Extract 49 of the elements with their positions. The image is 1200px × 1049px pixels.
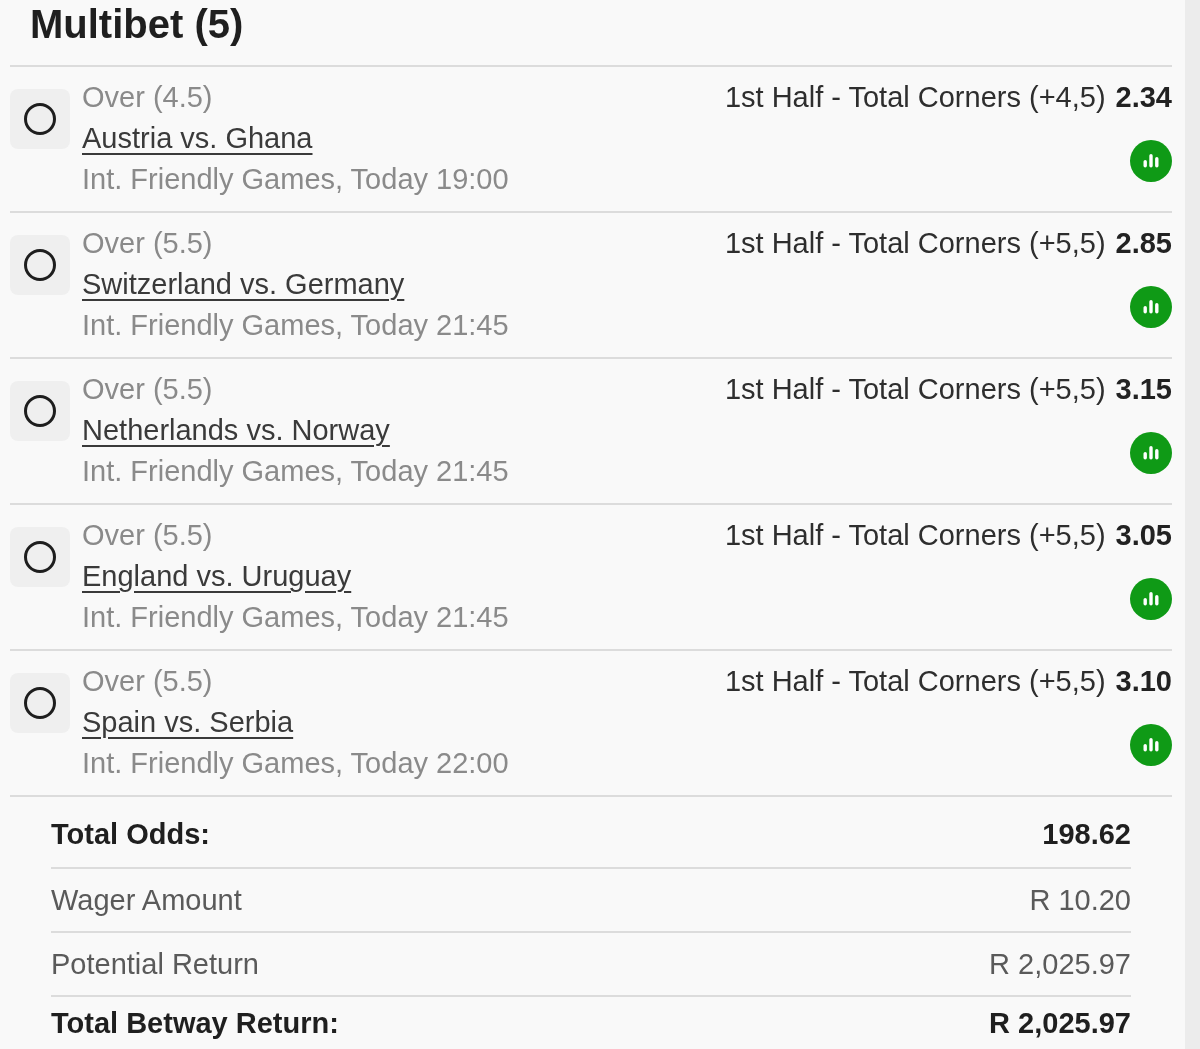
selection-label: Over (5.5): [82, 664, 213, 699]
summary-value: 198.62: [1042, 817, 1131, 851]
bar-chart-icon[interactable]: [1130, 724, 1172, 766]
radio-circle-icon: [24, 541, 56, 573]
summary-label: Potential Return: [51, 947, 259, 981]
match-link[interactable]: Spain vs. Serbia: [82, 702, 294, 743]
radio-button[interactable]: [10, 235, 70, 295]
odds-value: 3.15: [1115, 372, 1172, 407]
match-link[interactable]: Switzerland vs. Germany: [82, 264, 405, 305]
radio-button[interactable]: [10, 381, 70, 441]
market-label: 1st Half - Total Corners (+5,5): [724, 226, 1106, 261]
league-time-label: Int. Friendly Games, Today 22:00: [82, 746, 509, 781]
market-label: 1st Half - Total Corners (+5,5): [724, 372, 1106, 407]
match-link[interactable]: England vs. Uruguay: [82, 556, 352, 597]
league-time-label: Int. Friendly Games, Today 21:45: [82, 600, 509, 635]
selection-label: Over (5.5): [82, 372, 213, 407]
selection-label: Over (5.5): [82, 518, 213, 553]
radio-button[interactable]: [10, 89, 70, 149]
match-link[interactable]: Austria vs. Ghana: [82, 118, 313, 159]
radio-circle-icon: [24, 103, 56, 135]
summary-value: R 2,025.97: [989, 947, 1131, 981]
multibet-title: Multibet (5): [30, 2, 244, 46]
market-label: 1st Half - Total Corners (+4,5): [724, 80, 1106, 115]
summary-label: Total Betway Return:: [51, 1006, 339, 1040]
league-time-label: Int. Friendly Games, Today 21:45: [82, 454, 509, 489]
summary-value: R 10.20: [1029, 883, 1131, 917]
selection-label: Over (5.5): [82, 226, 213, 261]
summary-value: R 2,025.97: [989, 1006, 1131, 1040]
bar-chart-icon[interactable]: [1130, 286, 1172, 328]
market-label: 1st Half - Total Corners (+5,5): [724, 518, 1106, 553]
summary-label: Total Odds:: [51, 817, 210, 851]
match-link[interactable]: Netherlands vs. Norway: [82, 410, 390, 451]
radio-circle-icon: [24, 249, 56, 281]
radio-circle-icon: [24, 687, 56, 719]
league-time-label: Int. Friendly Games, Today 19:00: [82, 162, 509, 197]
bar-chart-icon[interactable]: [1130, 140, 1172, 182]
radio-circle-icon: [24, 395, 56, 427]
league-time-label: Int. Friendly Games, Today 21:45: [82, 308, 509, 343]
market-label: 1st Half - Total Corners (+5,5): [724, 664, 1106, 699]
odds-value: 2.34: [1115, 80, 1172, 115]
bar-chart-icon[interactable]: [1130, 578, 1172, 620]
selection-label: Over (4.5): [82, 80, 213, 115]
radio-button[interactable]: [10, 673, 70, 733]
odds-value: 2.85: [1115, 226, 1172, 261]
odds-value: 3.10: [1115, 664, 1172, 699]
summary-label: Wager Amount: [51, 883, 242, 917]
radio-button[interactable]: [10, 527, 70, 587]
odds-value: 3.05: [1115, 518, 1172, 553]
bar-chart-icon[interactable]: [1130, 432, 1172, 474]
